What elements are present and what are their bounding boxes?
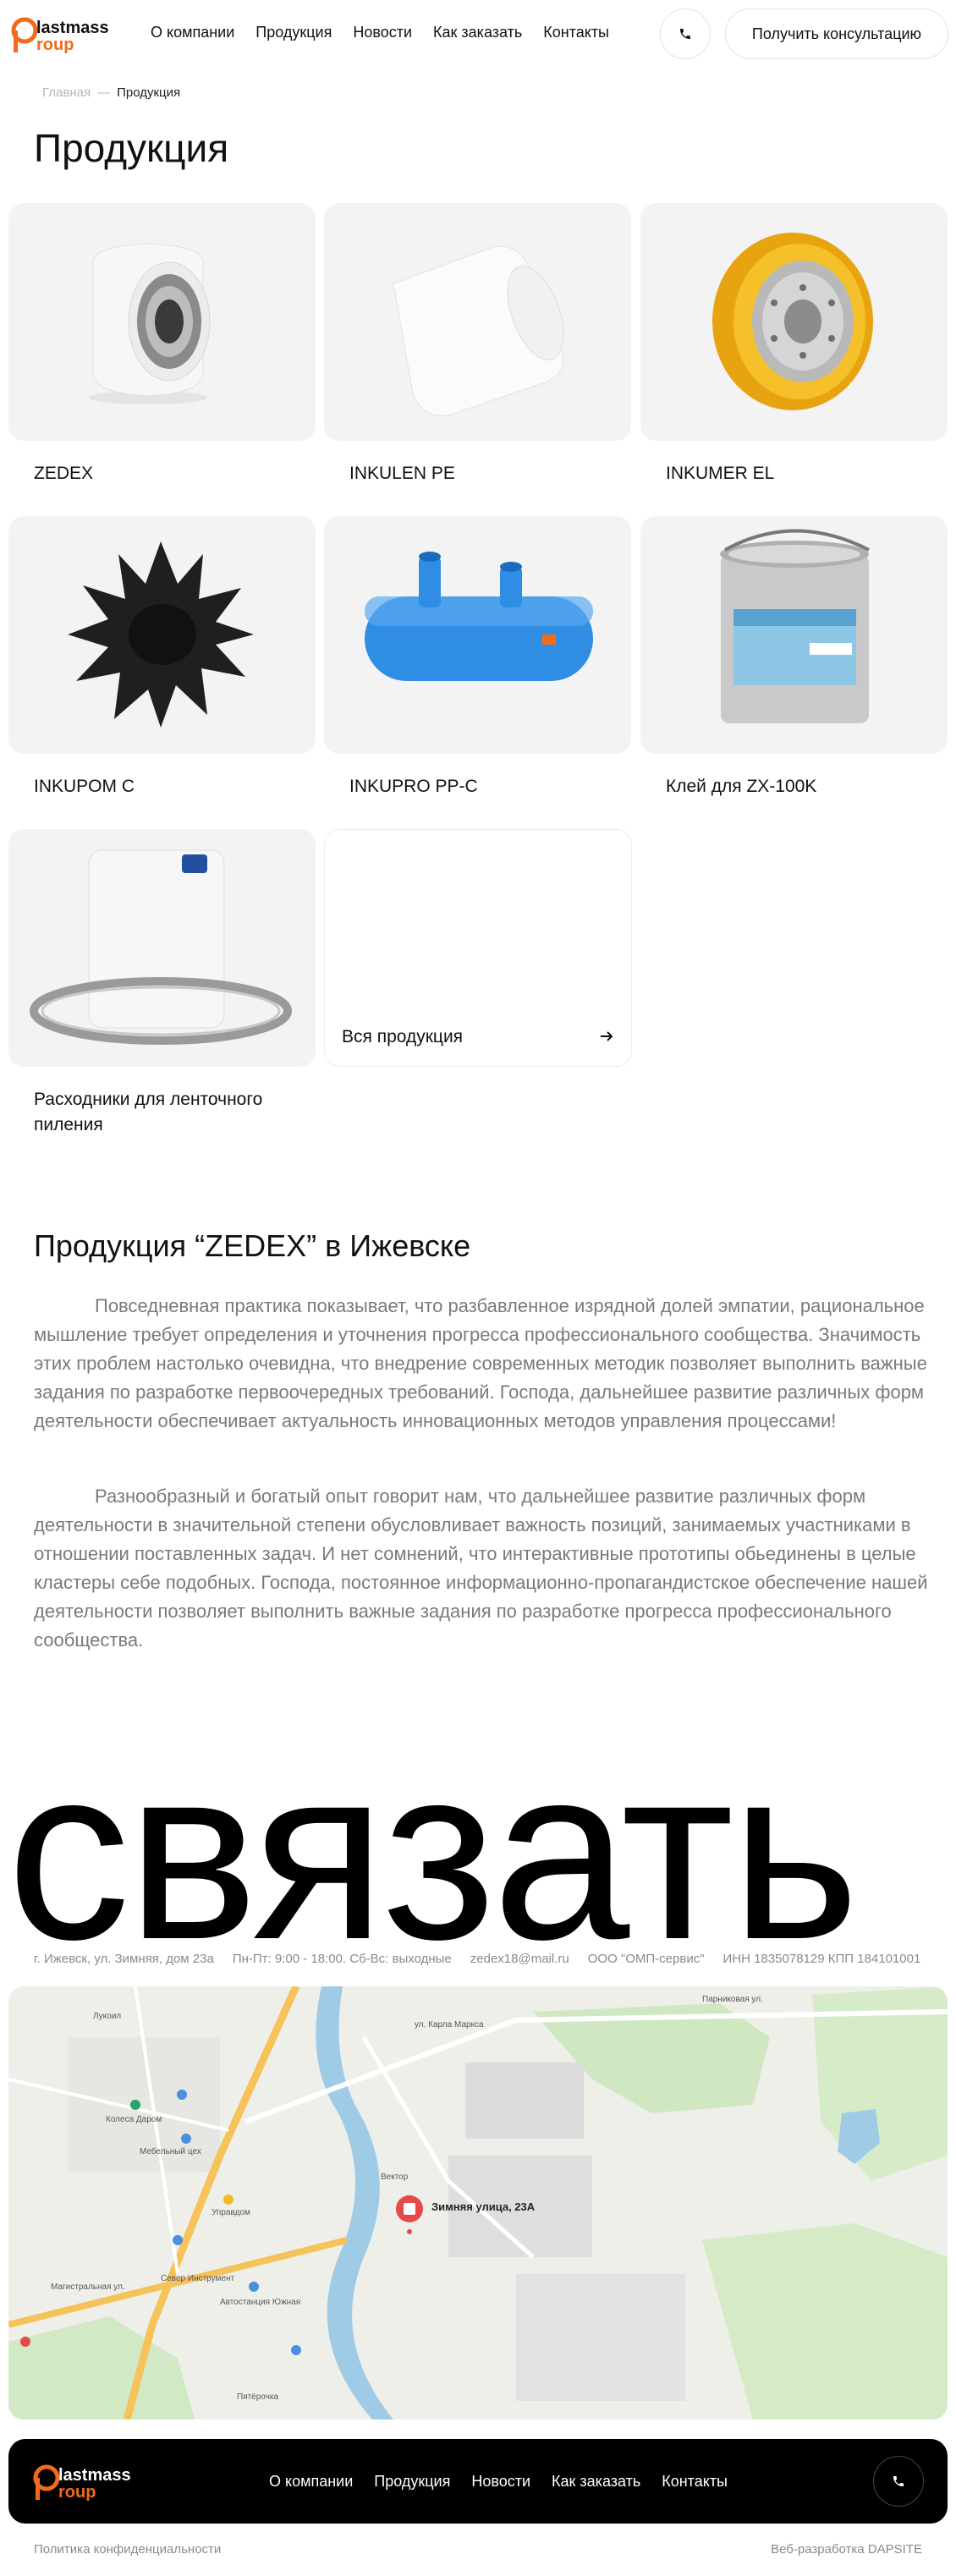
address: г. Ижевск, ул. Зимняя, дом 23а <box>34 1952 214 1966</box>
map-label: ул. Карла Маркса <box>415 2020 484 2029</box>
product-card-inkupro[interactable]: INKUPRO PP-C <box>324 516 631 799</box>
map-label: Мебельный цех <box>140 2147 201 2156</box>
product-name: INKUMER EL <box>666 464 775 483</box>
footer-nav-about[interactable]: О компании <box>269 2473 353 2491</box>
breadcrumb-current: Продукция <box>117 85 181 100</box>
working-hours: Пн-Пт: 9:00 - 18:00. Сб-Вс: выходные <box>232 1952 452 1966</box>
site-footer: lastmass roup О компании Продукция Новос… <box>8 2439 948 2524</box>
product-image <box>640 516 948 754</box>
map[interactable]: Зимняя улица, 23А Колеса Даром Мебельный… <box>8 1986 948 2419</box>
page-title: Продукция <box>34 126 229 170</box>
map-label: Лукоил <box>93 2012 122 2021</box>
phone-button[interactable] <box>660 8 711 59</box>
product-card-glue[interactable]: Клей для ZX-100K <box>640 516 948 799</box>
nav-contacts[interactable]: Контакты <box>543 24 609 41</box>
product-name: Клей для ZX-100K <box>666 777 817 796</box>
breadcrumb-home[interactable]: Главная <box>42 85 91 100</box>
product-name: ZEDEX <box>34 464 94 483</box>
consultation-button[interactable]: Получить консультацию <box>725 8 948 59</box>
product-card-bandsaw[interactable]: Расходники для ленточного пиления <box>8 829 316 1138</box>
map-label: Север Инструмент <box>161 2274 235 2283</box>
logo[interactable]: lastmass roup <box>10 12 113 56</box>
developer-link[interactable]: Веб-разработка DAPSITE <box>771 2542 922 2557</box>
map-label: Автостанция Южная <box>220 2298 301 2307</box>
description-paragraph-1: Повседневная практика показывает, что ра… <box>34 1295 927 1431</box>
breadcrumb: Главная — Продукция <box>42 85 180 100</box>
main-nav: О компании Продукция Новости Как заказат… <box>151 24 609 41</box>
arrow-right-icon <box>601 1030 613 1046</box>
all-products-card[interactable]: Вся продукция <box>324 829 632 1067</box>
map-label: Парниковая ул. <box>702 1995 763 2004</box>
product-card-inkupom[interactable]: INKUPOM C <box>8 516 316 799</box>
map-label: Колеса Даром <box>106 2115 162 2124</box>
product-image <box>8 516 316 754</box>
contact-heading: связать <box>7 1715 860 1991</box>
footer-nav: О компании Продукция Новости Как заказат… <box>269 2473 728 2491</box>
privacy-policy-link[interactable]: Политика конфиденциальности <box>34 2542 221 2557</box>
footer-logo[interactable]: lastmass roup <box>32 2459 135 2503</box>
map-label: Управдом <box>212 2208 250 2217</box>
footer-nav-products[interactable]: Продукция <box>374 2473 450 2491</box>
svg-text:roup: roup <box>36 36 74 54</box>
footer-phone-button[interactable] <box>873 2456 924 2507</box>
footer-nav-how-to-order[interactable]: Как заказать <box>552 2473 640 2491</box>
description-title: Продукция “ZEDEX” в Ижевске <box>34 1228 471 1263</box>
requisites: ИНН 1835078129 КПП 184101001 <box>722 1952 921 1966</box>
product-name: Расходники для ленточного пиления <box>34 1090 263 1134</box>
phone-icon <box>680 29 690 39</box>
product-card-zedex[interactable]: ZEDEX <box>8 203 316 486</box>
product-image <box>640 203 948 441</box>
product-name: INKUPOM C <box>34 777 135 796</box>
product-name: INKULEN PE <box>349 464 455 483</box>
footer-nav-contacts[interactable]: Контакты <box>662 2473 728 2491</box>
product-image <box>324 203 631 441</box>
site-header: lastmass roup О компании Продукция Новос… <box>0 0 956 66</box>
product-image <box>324 516 631 754</box>
svg-text:lastmass: lastmass <box>36 19 109 37</box>
product-name: INKUPRO PP-C <box>349 777 478 796</box>
breadcrumb-separator: — <box>97 85 111 100</box>
svg-text:lastmass: lastmass <box>58 2466 131 2485</box>
contact-info: г. Ижевск, ул. Зимняя, дом 23а Пн-Пт: 9:… <box>34 1952 920 1966</box>
email-link[interactable]: zedex18@mail.ru <box>470 1952 569 1966</box>
nav-about[interactable]: О компании <box>151 24 234 41</box>
description-paragraph-2: Разнообразный и богатый опыт говорит нам… <box>34 1486 928 1651</box>
map-label: Вектор <box>381 2172 409 2182</box>
product-card-inkumer[interactable]: INKUMER EL <box>640 203 948 486</box>
product-image <box>8 203 316 441</box>
product-image <box>8 829 316 1067</box>
company-name: ООО "ОМП-сервис" <box>587 1952 705 1966</box>
map-label: Пятёрочка <box>237 2392 279 2402</box>
phone-icon <box>893 2476 904 2486</box>
all-products-label: Вся продукция <box>342 1027 464 1046</box>
map-pin-label: Зимняя улица, 23А <box>431 2200 536 2213</box>
nav-how-to-order[interactable]: Как заказать <box>433 24 522 41</box>
nav-products[interactable]: Продукция <box>255 24 332 41</box>
product-card-inkulen[interactable]: INKULEN PE <box>324 203 631 486</box>
nav-news[interactable]: Новости <box>353 24 412 41</box>
map-label: Магистральная ул. <box>51 2282 125 2292</box>
footer-nav-news[interactable]: Новости <box>471 2473 530 2491</box>
svg-text:roup: roup <box>58 2483 96 2502</box>
